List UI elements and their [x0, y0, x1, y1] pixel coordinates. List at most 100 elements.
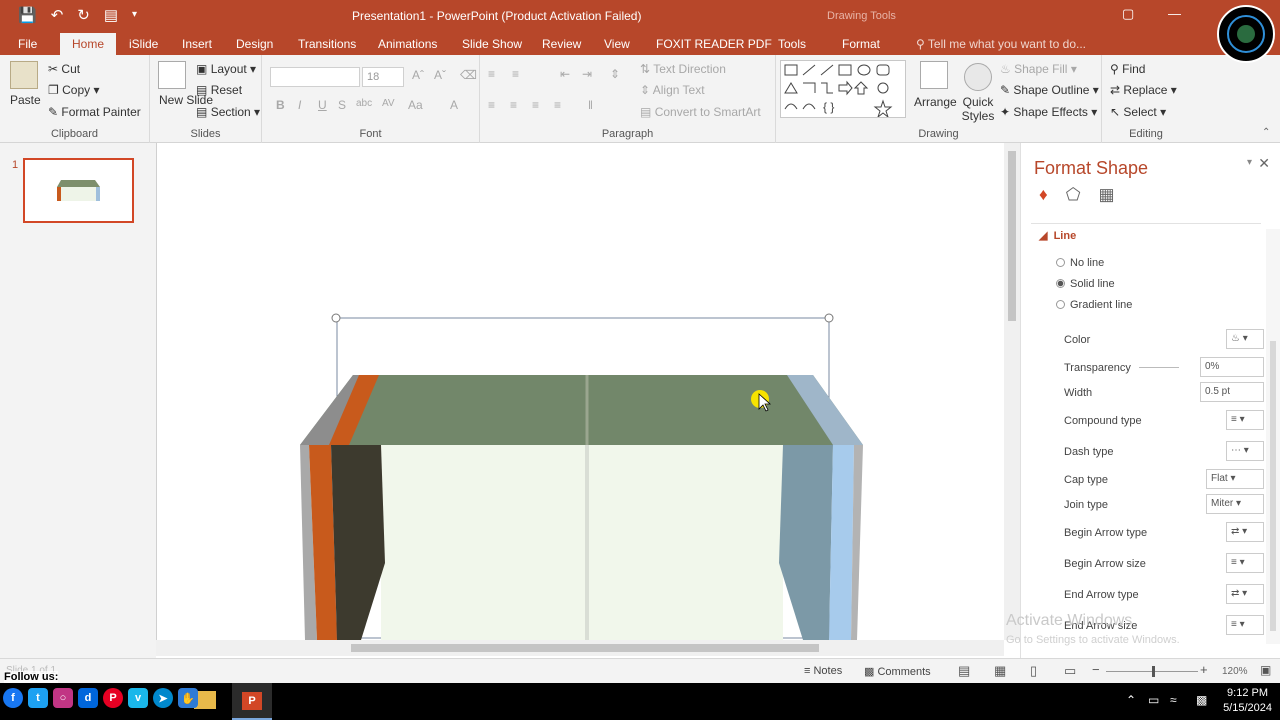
line-color-picker[interactable]: ♨ ▾ [1226, 329, 1264, 349]
horizontal-scroll-thumb[interactable] [351, 644, 819, 652]
tab-transitions[interactable]: Transitions [298, 37, 356, 51]
shape-fill-button[interactable]: ♨ Shape Fill ▾ [1000, 62, 1077, 76]
slide-thumbnail[interactable] [23, 158, 134, 223]
comments-button[interactable]: ▩ Comments [864, 665, 931, 678]
zoom-slider-thumb[interactable] [1152, 666, 1155, 677]
cap-type-dropdown[interactable]: Flat ▾ [1206, 469, 1264, 489]
no-line-radio[interactable]: No line [1056, 257, 1104, 269]
like-icon[interactable]: ✋ [178, 688, 198, 708]
start-from-beginning-icon[interactable]: ▤ [104, 6, 118, 24]
dash-type-dropdown[interactable]: ⋯ ▾ [1226, 441, 1264, 461]
fit-to-window-icon[interactable]: ▣ [1260, 663, 1271, 677]
strikethrough-icon[interactable]: abc [356, 98, 372, 109]
tab-format[interactable]: Format [842, 37, 880, 51]
slide-editing-area[interactable] [156, 143, 1004, 640]
pinterest-icon[interactable]: P [103, 688, 123, 708]
slideshow-view-icon[interactable]: ▭ [1064, 663, 1076, 679]
columns-icon[interactable]: ‖ [588, 98, 593, 112]
notification-icon[interactable]: ▩ [1196, 693, 1207, 707]
transparency-slider[interactable] [1139, 367, 1179, 368]
tab-tools[interactable]: Tools [778, 37, 806, 51]
font-name-box[interactable] [270, 67, 360, 87]
section-button[interactable]: ▤ Section ▾ [196, 105, 260, 119]
tab-islide[interactable]: iSlide [129, 37, 158, 51]
twitter-icon[interactable]: t [28, 688, 48, 708]
paste-button[interactable]: Paste [10, 93, 41, 107]
underline-icon[interactable]: U [318, 98, 327, 112]
minimize-icon[interactable]: — [1168, 6, 1181, 21]
begin-arrow-type-dropdown[interactable]: ⇄ ▾ [1226, 522, 1264, 542]
clear-formatting-icon[interactable]: ⌫ [460, 68, 477, 82]
italic-icon[interactable]: I [298, 98, 301, 112]
vertical-scrollbar[interactable] [1004, 143, 1020, 640]
cut-button[interactable]: ✂ Cut [48, 62, 80, 76]
size-properties-icon[interactable]: ▦ [1098, 185, 1114, 205]
center-icon[interactable]: ≡ [510, 98, 517, 112]
numbering-icon[interactable]: ≡ [512, 67, 519, 81]
align-right-icon[interactable]: ≡ [532, 98, 539, 112]
quick-styles-button[interactable]: Quick Styles [958, 95, 998, 123]
copy-button[interactable]: ❐ Copy ▾ [48, 83, 99, 97]
dailymotion-icon[interactable]: d [78, 688, 98, 708]
tab-review[interactable]: Review [542, 37, 581, 51]
arrange-icon[interactable] [920, 61, 948, 89]
align-text-button[interactable]: ⇕ Align Text [640, 83, 705, 97]
solid-line-radio[interactable]: Solid line [1056, 278, 1115, 290]
grow-font-icon[interactable]: Aˆ [412, 68, 424, 82]
telegram-icon[interactable]: ➤ [153, 688, 173, 708]
bold-icon[interactable]: B [276, 98, 285, 112]
paste-icon[interactable] [10, 61, 38, 89]
character-spacing-icon[interactable]: AV [382, 98, 395, 109]
normal-view-icon[interactable]: ▤ [958, 663, 970, 679]
replace-button[interactable]: ⇄ Replace ▾ [1110, 83, 1177, 97]
format-pane-scrollbar[interactable] [1266, 229, 1280, 644]
instagram-icon[interactable]: ○ [53, 688, 73, 708]
quick-styles-icon[interactable] [964, 63, 992, 91]
change-case-icon[interactable]: Aa [408, 98, 423, 112]
end-arrow-type-dropdown[interactable]: ⇄ ▾ [1226, 584, 1264, 604]
horizontal-scrollbar[interactable] [156, 640, 1004, 656]
shrink-font-icon[interactable]: Aˇ [434, 68, 446, 82]
tab-animations[interactable]: Animations [378, 37, 437, 51]
format-pane-scroll-thumb[interactable] [1270, 341, 1276, 631]
layout-button[interactable]: ▣ Layout ▾ [196, 62, 256, 76]
tab-slide-show[interactable]: Slide Show [462, 37, 522, 51]
font-color-icon[interactable]: A [450, 98, 458, 112]
width-input[interactable]: 0.5 pt [1200, 382, 1264, 402]
line-section-header[interactable]: ◢ Line [1039, 229, 1076, 242]
select-button[interactable]: ↖ Select ▾ [1110, 105, 1166, 119]
text-direction-button[interactable]: ⇅ Text Direction [640, 62, 726, 76]
increase-indent-icon[interactable]: ⇥ [582, 67, 592, 81]
new-slide-icon[interactable] [158, 61, 186, 89]
redo-icon[interactable]: ↻ [77, 6, 90, 24]
shape-effects-button[interactable]: ✦ Shape Effects ▾ [1000, 105, 1097, 119]
tab-home[interactable]: Home [60, 33, 117, 55]
zoom-in-icon[interactable]: + [1200, 662, 1208, 677]
ribbon-display-options-icon[interactable]: ▢ [1122, 6, 1134, 22]
tab-insert[interactable]: Insert [182, 37, 212, 51]
close-icon[interactable]: ✕ [1258, 155, 1270, 172]
customize-qat-icon[interactable]: ▾ [132, 9, 137, 24]
fill-line-icon[interactable]: ♦ [1039, 185, 1048, 205]
tab-foxit-reader-pdf[interactable]: FOXIT READER PDF [656, 37, 772, 51]
tray-overflow-icon[interactable]: ⌃ [1126, 693, 1136, 707]
notes-button[interactable]: ≡ Notes [804, 665, 842, 677]
arrange-button[interactable]: Arrange [914, 95, 957, 109]
compound-type-dropdown[interactable]: ≡ ▾ [1226, 410, 1264, 430]
end-arrow-size-dropdown[interactable]: ≡ ▾ [1226, 615, 1264, 635]
facebook-icon[interactable]: f [3, 688, 23, 708]
join-type-dropdown[interactable]: Miter ▾ [1206, 494, 1264, 514]
begin-arrow-size-dropdown[interactable]: ≡ ▾ [1226, 553, 1264, 573]
tab-view[interactable]: View [604, 37, 630, 51]
transparency-input[interactable]: 0% [1200, 357, 1264, 377]
vertical-scroll-thumb[interactable] [1008, 151, 1016, 321]
font-size-box[interactable]: 18 [362, 67, 404, 87]
slide-canvas[interactable] [157, 143, 1005, 640]
find-button[interactable]: ⚲ Find [1110, 62, 1145, 76]
battery-icon[interactable]: ▭ [1148, 693, 1159, 707]
gradient-line-radio[interactable]: Gradient line [1056, 299, 1132, 311]
tell-me-search[interactable]: ⚲ Tell me what you want to do... [916, 37, 1086, 51]
powerpoint-taskbar-button[interactable]: P [232, 683, 272, 720]
tab-file[interactable]: File [18, 37, 37, 51]
pane-options-icon[interactable]: ▾ [1247, 157, 1252, 168]
